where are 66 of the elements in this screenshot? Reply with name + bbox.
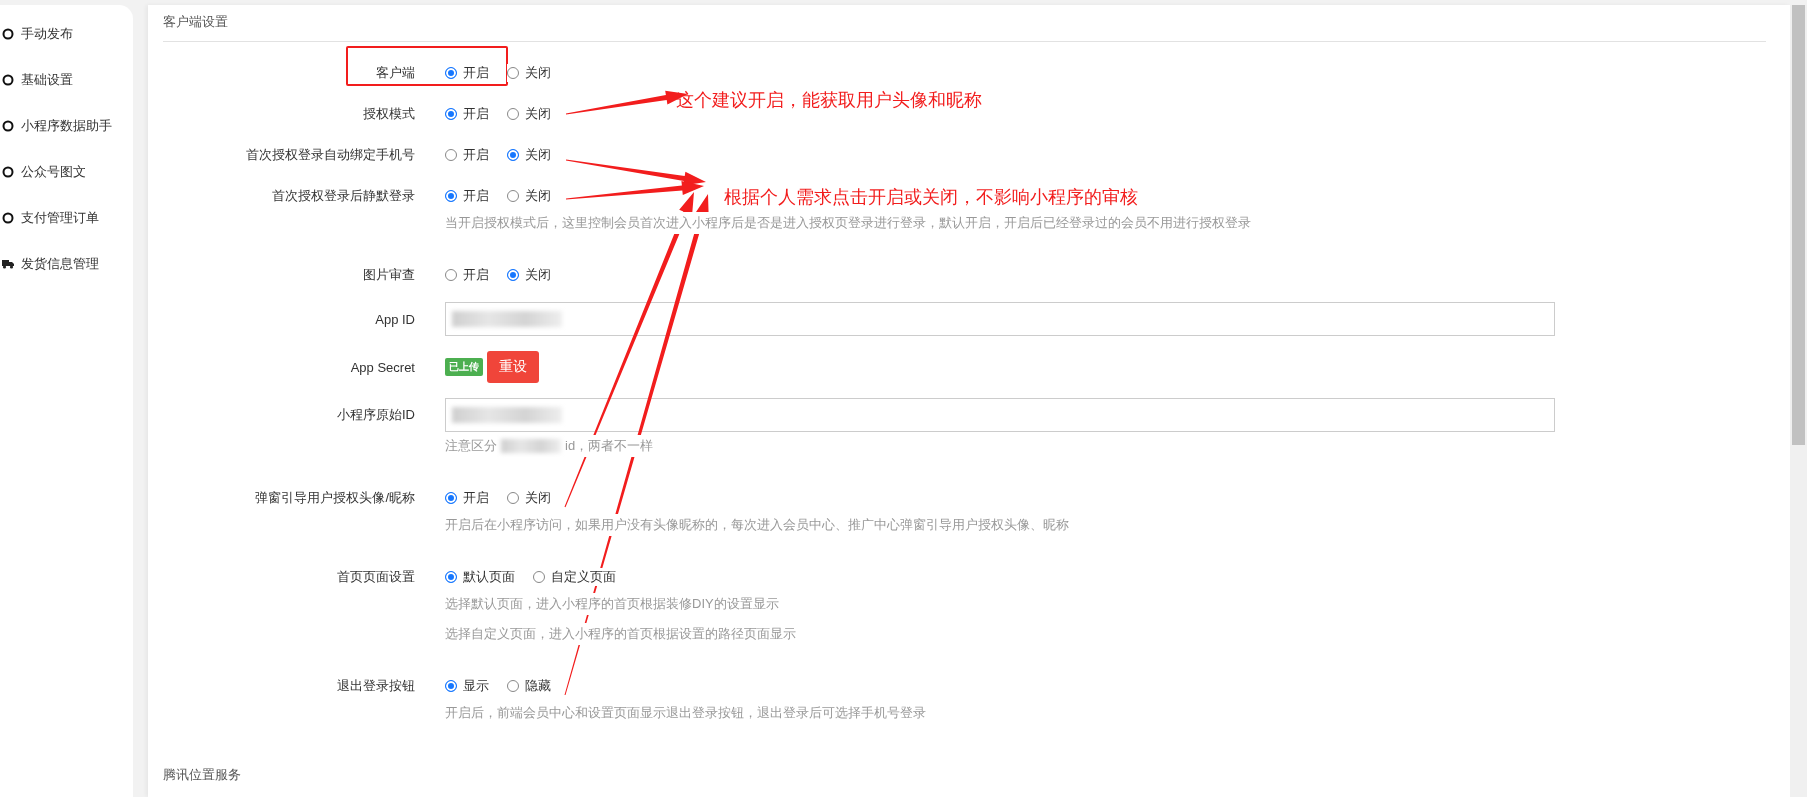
section-title: 腾讯位置服务 bbox=[163, 766, 241, 784]
status-badge: 已上传 bbox=[445, 358, 483, 376]
help-text: 开启后在小程序访问，如果用户没有头像昵称的，每次进入会员中心、推广中心弹窗引导用户授权头像、昵称 bbox=[445, 514, 1069, 536]
radio-option[interactable]: 关闭 bbox=[507, 488, 551, 507]
radio-option[interactable]: 开启 bbox=[445, 488, 489, 507]
help-text: 选择自定义页面，进入小程序的首页根据设置的路径页面显示 bbox=[445, 623, 796, 645]
radio-option[interactable]: 显示 bbox=[445, 676, 489, 695]
field-label: 弹窗引导用户授权头像/昵称 bbox=[255, 488, 415, 507]
sidebar-item[interactable]: 基础设置 bbox=[0, 57, 133, 103]
help-text: 当开启授权模式后，这里控制会员首次进入小程序后是否是进入授权页登录进行登录，默认开启，开启后已经登录过的会员不用进行授权登录 bbox=[445, 212, 1251, 234]
help-text: 选择默认页面，进入小程序的首页根据装修DIY的设置显示 bbox=[445, 593, 779, 615]
radio-button[interactable] bbox=[507, 189, 519, 202]
sidebar-item[interactable]: 发货信息管理 bbox=[0, 241, 133, 287]
radio-option[interactable]: 关闭 bbox=[507, 145, 551, 164]
radio-button[interactable] bbox=[507, 148, 519, 161]
circle-icon bbox=[2, 74, 14, 86]
annotation-text: 根据个人需求点击开启或关闭，不影响小程序的审核 bbox=[724, 186, 1138, 209]
radio-button[interactable] bbox=[507, 679, 519, 692]
radio-button[interactable] bbox=[507, 66, 519, 79]
sidebar-item[interactable]: 小程序数据助手 bbox=[0, 103, 133, 149]
radio-option[interactable]: 默认页面 bbox=[445, 567, 515, 586]
radio-button[interactable] bbox=[445, 66, 457, 79]
text-input-field[interactable] bbox=[445, 302, 1555, 336]
radio-option[interactable]: 关闭 bbox=[507, 265, 551, 284]
radio-option[interactable]: 开启 bbox=[445, 63, 489, 82]
radio-option[interactable]: 开启 bbox=[445, 186, 489, 205]
radio-option[interactable]: 关闭 bbox=[507, 104, 551, 123]
scrollbar-thumb[interactable] bbox=[1792, 5, 1805, 445]
field-label: 首页页面设置 bbox=[337, 567, 415, 586]
radio-button[interactable] bbox=[445, 107, 457, 120]
radio-option[interactable]: 开启 bbox=[445, 265, 489, 284]
circle-icon bbox=[2, 28, 14, 40]
truck-icon bbox=[2, 259, 14, 269]
radio-button[interactable] bbox=[445, 189, 457, 202]
radio-option[interactable]: 开启 bbox=[445, 145, 489, 164]
radio-option[interactable]: 关闭 bbox=[507, 63, 551, 82]
radio-button[interactable] bbox=[445, 491, 457, 504]
field-label: 首次授权登录后静默登录 bbox=[272, 186, 415, 205]
section-title: 客户端设置 bbox=[163, 13, 228, 31]
radio-option[interactable]: 自定义页面 bbox=[533, 567, 616, 586]
radio-option[interactable]: 关闭 bbox=[507, 186, 551, 205]
radio-button[interactable] bbox=[445, 679, 457, 692]
radio-button[interactable] bbox=[445, 148, 457, 161]
radio-button[interactable] bbox=[507, 491, 519, 504]
field-label: 退出登录按钮 bbox=[337, 676, 415, 695]
reset-button[interactable]: 重设 bbox=[487, 351, 539, 383]
text-input-field[interactable] bbox=[445, 398, 1555, 432]
radio-option[interactable]: 开启 bbox=[445, 104, 489, 123]
radio-button[interactable] bbox=[445, 268, 457, 281]
sidebar-item[interactable]: 支付管理订单 bbox=[0, 195, 133, 241]
circle-icon bbox=[2, 212, 14, 224]
radio-option[interactable]: 隐藏 bbox=[507, 676, 551, 695]
field-label: 小程序原始ID bbox=[337, 406, 415, 424]
field-label: 图片审查 bbox=[363, 265, 415, 284]
radio-button[interactable] bbox=[507, 107, 519, 120]
field-label: 授权模式 bbox=[363, 104, 415, 123]
sidebar-item[interactable]: 公众号图文 bbox=[0, 149, 133, 195]
radio-button[interactable] bbox=[445, 570, 457, 583]
sidebar-item[interactable]: 手动发布 bbox=[0, 11, 133, 57]
field-label: 首次授权登录自动绑定手机号 bbox=[246, 145, 415, 164]
radio-button[interactable] bbox=[533, 570, 545, 583]
redaction-blur bbox=[501, 439, 561, 453]
field-label: 客户端 bbox=[376, 63, 415, 82]
circle-icon bbox=[2, 120, 14, 132]
radio-button[interactable] bbox=[507, 268, 519, 281]
circle-icon bbox=[2, 166, 14, 178]
